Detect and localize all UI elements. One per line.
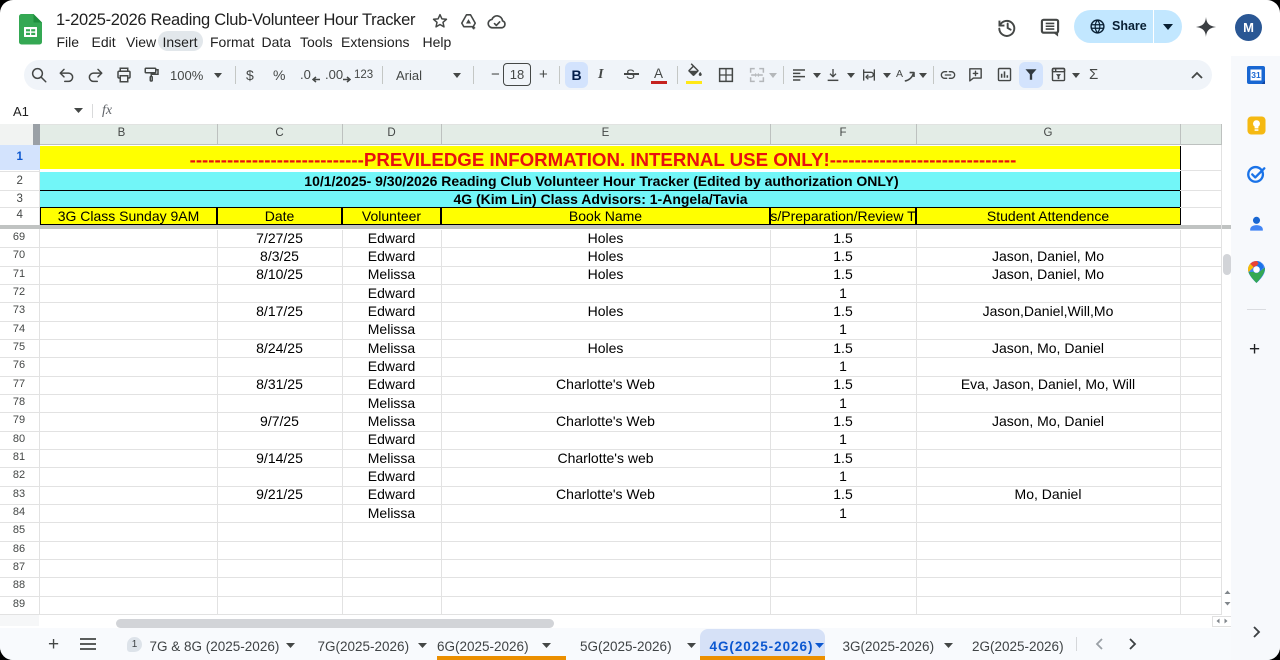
svg-text:31: 31	[1251, 70, 1261, 80]
